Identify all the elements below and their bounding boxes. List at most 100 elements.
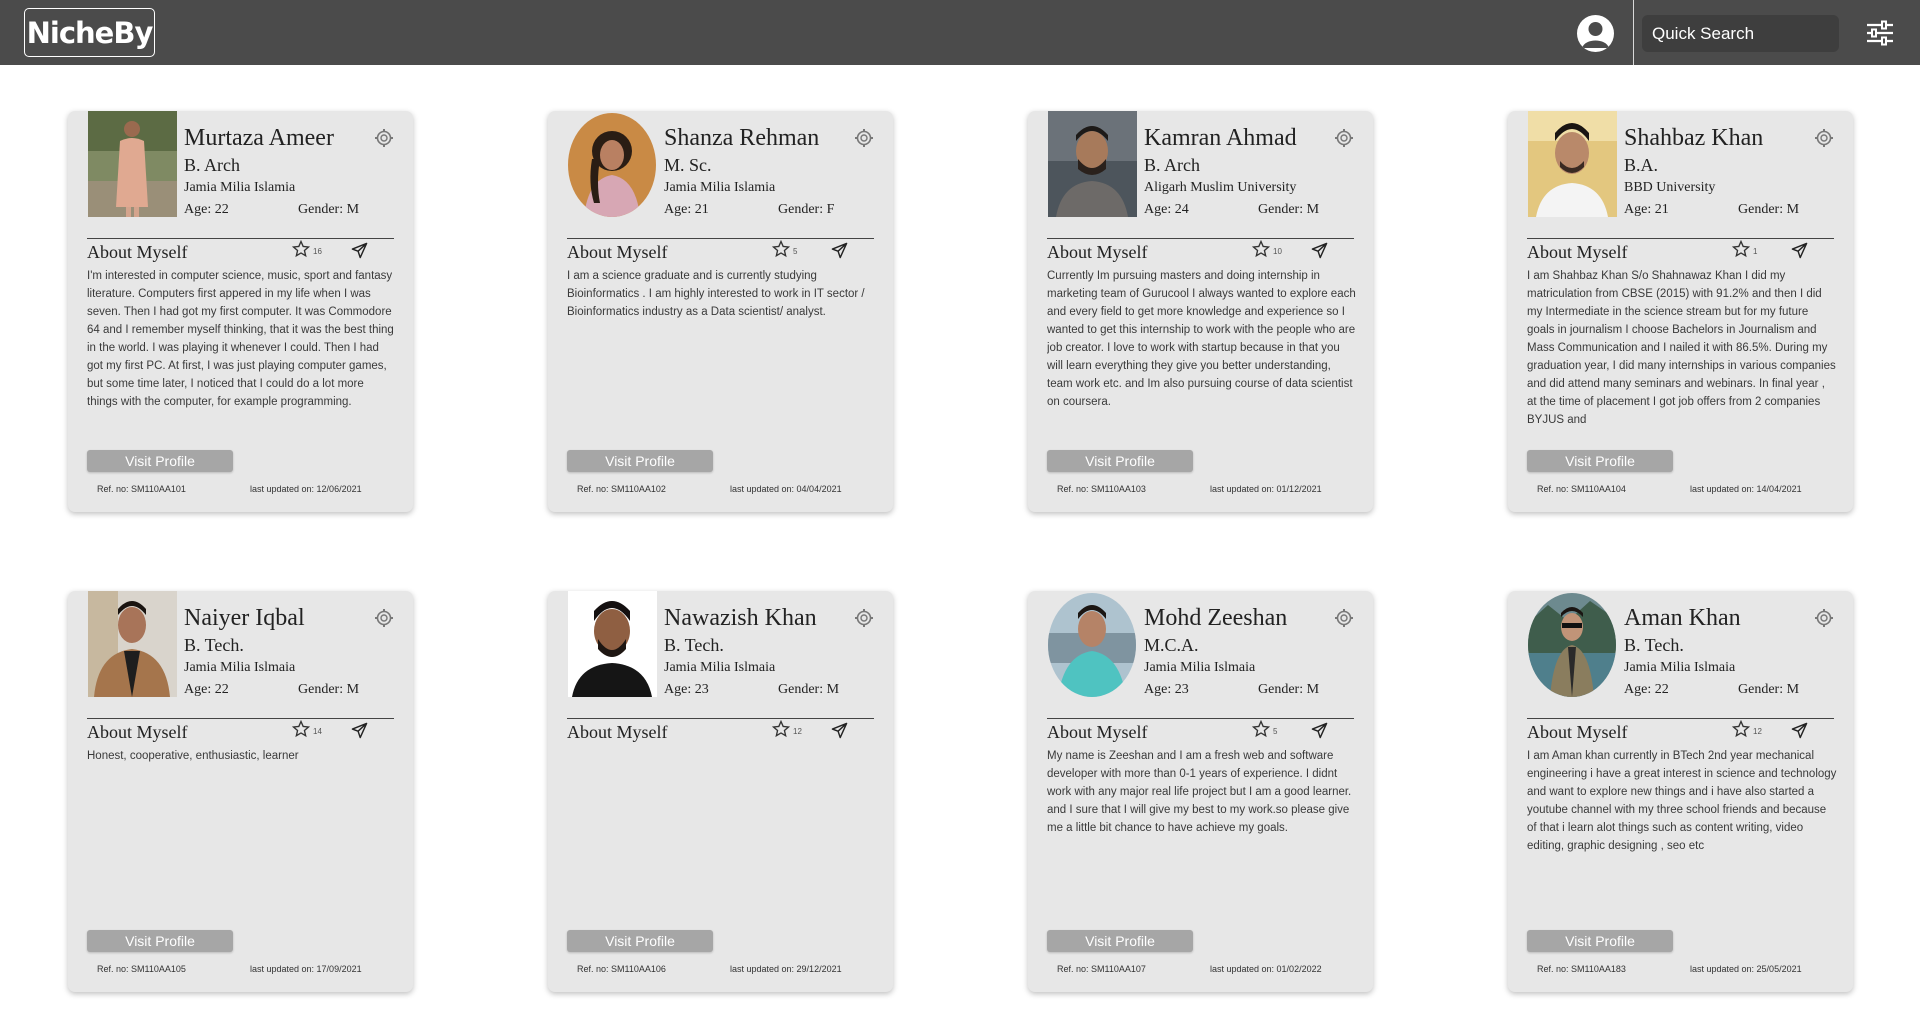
settings-gear-icon[interactable] bbox=[854, 608, 874, 628]
profile-age: Age: 22 bbox=[1624, 682, 1669, 697]
visit-profile-button[interactable]: Visit Profile bbox=[567, 450, 713, 472]
about-myself-heading: About Myself bbox=[1047, 722, 1148, 742]
last-updated: last updated on: 29/12/2021 bbox=[730, 964, 842, 974]
star-count: 12 bbox=[793, 727, 802, 736]
profile-age: Age: 21 bbox=[664, 202, 709, 217]
visit-profile-button[interactable]: Visit Profile bbox=[87, 930, 233, 952]
last-updated: last updated on: 12/06/2021 bbox=[250, 484, 362, 494]
profile-gender: Gender: M bbox=[1738, 202, 1800, 217]
filter-sliders-icon[interactable] bbox=[1864, 18, 1896, 48]
profile-age: Age: 21 bbox=[1624, 202, 1669, 217]
star-icon[interactable] bbox=[1731, 239, 1751, 258]
card-divider bbox=[1047, 238, 1354, 239]
profile-card: Nawazish Khan B. Tech. Jamia Milia Islma… bbox=[548, 591, 893, 992]
card-divider bbox=[1527, 718, 1834, 719]
profile-degree: M. Sc. bbox=[664, 155, 712, 175]
card-divider bbox=[1527, 238, 1834, 239]
star-icon[interactable] bbox=[291, 239, 311, 258]
last-updated: last updated on: 01/12/2021 bbox=[1210, 484, 1322, 494]
profile-gender: Gender: M bbox=[1258, 682, 1320, 697]
visit-profile-button[interactable]: Visit Profile bbox=[1047, 450, 1193, 472]
settings-gear-icon[interactable] bbox=[374, 128, 394, 148]
send-message-icon[interactable] bbox=[1791, 722, 1808, 739]
profile-bio: I am Shahbaz Khan S/o Shahnawaz Khan I d… bbox=[1527, 270, 1836, 426]
card-divider bbox=[1047, 718, 1354, 719]
profile-gender: Gender: F bbox=[778, 202, 835, 217]
profile-age: Age: 23 bbox=[1144, 682, 1189, 697]
card-divider bbox=[87, 718, 394, 719]
reference-number: Ref. no: SM110AA103 bbox=[1057, 484, 1146, 494]
visit-profile-button[interactable]: Visit Profile bbox=[1047, 930, 1193, 952]
send-message-icon[interactable] bbox=[1311, 242, 1328, 259]
about-myself-heading: About Myself bbox=[1527, 242, 1628, 262]
star-count: 5 bbox=[1273, 727, 1278, 736]
user-avatar-icon[interactable] bbox=[1577, 15, 1614, 52]
profile-bio: I'm interested in computer science, musi… bbox=[87, 270, 394, 408]
profile-photo bbox=[88, 111, 177, 217]
profile-university: Jamia Milia Islamia bbox=[664, 180, 776, 195]
reference-number: Ref. no: SM110AA183 bbox=[1537, 964, 1626, 974]
profile-photo bbox=[88, 591, 177, 697]
reference-number: Ref. no: SM110AA104 bbox=[1537, 484, 1626, 494]
settings-gear-icon[interactable] bbox=[1334, 128, 1354, 148]
settings-gear-icon[interactable] bbox=[1814, 608, 1834, 628]
visit-profile-button[interactable]: Visit Profile bbox=[87, 450, 233, 472]
profile-name: Aman Khan bbox=[1624, 605, 1741, 631]
star-icon[interactable] bbox=[771, 239, 791, 258]
settings-gear-icon[interactable] bbox=[374, 608, 394, 628]
send-message-icon[interactable] bbox=[1311, 722, 1328, 739]
quick-search-input[interactable] bbox=[1642, 15, 1839, 52]
reference-number: Ref. no: SM110AA101 bbox=[97, 484, 186, 494]
profile-photo bbox=[568, 591, 657, 697]
last-updated: last updated on: 17/09/2021 bbox=[250, 964, 362, 974]
profile-card: Mohd Zeeshan M.C.A. Jamia Milia Islmaia … bbox=[1028, 591, 1373, 992]
send-message-icon[interactable] bbox=[1791, 242, 1808, 259]
visit-profile-button[interactable]: Visit Profile bbox=[567, 930, 713, 952]
about-myself-heading: About Myself bbox=[87, 242, 188, 262]
profile-photo bbox=[1048, 111, 1137, 217]
nicheby-logo[interactable]: NicheBy bbox=[24, 8, 155, 57]
star-icon[interactable] bbox=[1731, 719, 1751, 738]
last-updated: last updated on: 01/02/2022 bbox=[1210, 964, 1322, 974]
visit-profile-button[interactable]: Visit Profile bbox=[1527, 930, 1673, 952]
profile-card: Shahbaz Khan B.A. BBD University Age: 21… bbox=[1508, 111, 1853, 512]
send-message-icon[interactable] bbox=[351, 242, 368, 259]
profile-university: Jamia Milia Islamia bbox=[184, 180, 296, 195]
profile-card: Shanza Rehman M. Sc. Jamia Milia Islamia… bbox=[548, 111, 893, 512]
star-icon[interactable] bbox=[771, 719, 791, 738]
profile-degree: M.C.A. bbox=[1144, 635, 1199, 655]
star-icon[interactable] bbox=[1251, 239, 1271, 258]
about-myself-heading: About Myself bbox=[1527, 722, 1628, 742]
star-count: 16 bbox=[313, 247, 322, 256]
profile-name: Nawazish Khan bbox=[664, 605, 817, 631]
settings-gear-icon[interactable] bbox=[854, 128, 874, 148]
settings-gear-icon[interactable] bbox=[1334, 608, 1354, 628]
profile-university: Jamia Milia Islmaia bbox=[1144, 660, 1256, 675]
profile-gender: Gender: M bbox=[778, 682, 840, 697]
profile-name: Shanza Rehman bbox=[664, 125, 820, 151]
profile-university: BBD University bbox=[1624, 180, 1716, 195]
send-message-icon[interactable] bbox=[351, 722, 368, 739]
profile-card: Naiyer Iqbal B. Tech. Jamia Milia Islmai… bbox=[68, 591, 413, 992]
profile-degree: B. Tech. bbox=[664, 635, 724, 655]
profile-age: Age: 22 bbox=[184, 202, 229, 217]
profile-gender: Gender: M bbox=[298, 202, 360, 217]
visit-profile-button[interactable]: Visit Profile bbox=[1527, 450, 1673, 472]
star-count: 5 bbox=[793, 247, 798, 256]
profile-card: Aman Khan B. Tech. Jamia Milia Islmaia A… bbox=[1508, 591, 1853, 992]
reference-number: Ref. no: SM110AA106 bbox=[577, 964, 666, 974]
profile-university: Jamia Milia Islmaia bbox=[184, 660, 296, 675]
profile-name: Naiyer Iqbal bbox=[184, 605, 305, 631]
star-icon[interactable] bbox=[291, 719, 311, 738]
star-count: 10 bbox=[1273, 247, 1282, 256]
send-message-icon[interactable] bbox=[831, 722, 848, 739]
star-icon[interactable] bbox=[1251, 719, 1271, 738]
profile-bio: My name is Zeeshan and I am a fresh web … bbox=[1047, 750, 1352, 834]
profile-degree: B.A. bbox=[1624, 155, 1659, 175]
send-message-icon[interactable] bbox=[831, 242, 848, 259]
profile-university: Jamia Milia Islmaia bbox=[664, 660, 776, 675]
profile-university: Aligarh Muslim University bbox=[1144, 180, 1297, 195]
profile-photo bbox=[568, 113, 656, 217]
settings-gear-icon[interactable] bbox=[1814, 128, 1834, 148]
profile-degree: B. Arch bbox=[184, 155, 240, 175]
